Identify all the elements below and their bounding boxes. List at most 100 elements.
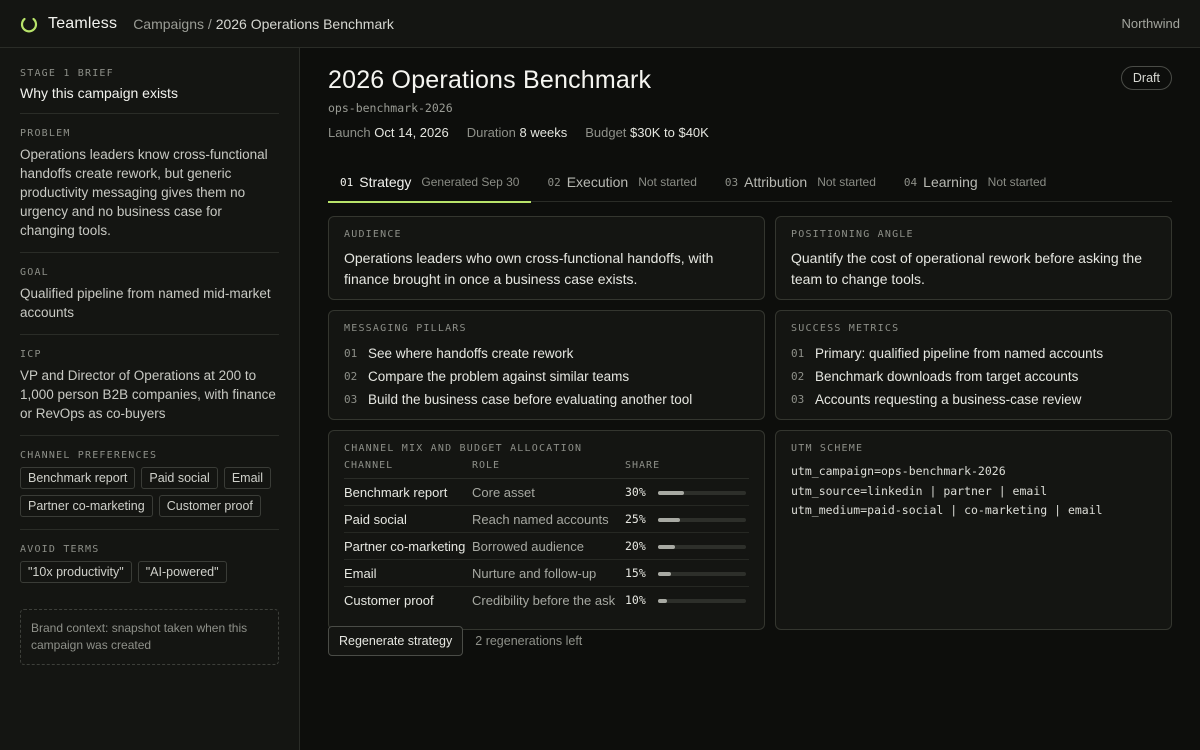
utm-line: utm_medium=paid-social | co-marketing | … <box>791 503 1103 517</box>
share-cell: 25% <box>625 505 749 533</box>
share-value: 10% <box>625 593 646 608</box>
launch-meta: Launch Oct 14, 2026 <box>328 125 449 140</box>
page-title: 2026 Operations Benchmark <box>328 66 652 94</box>
budget-value: $30K to $40K <box>630 125 709 140</box>
item-text: Accounts requesting a business-case revi… <box>815 392 1082 407</box>
channel-cell: Partner co-marketing <box>344 532 472 560</box>
brief-sidebar: STAGE 1 BRIEF Why this campaign exists P… <box>0 48 300 750</box>
tab-learning[interactable]: 04 Learning Not started <box>892 162 1058 202</box>
success-metrics-card: SUCCESS METRICS 01 Primary: qualified pip… <box>775 310 1172 420</box>
tab-label: Learning <box>923 174 978 190</box>
share-bar <box>657 571 746 576</box>
icp-section: ICP VP and Director of Operations at 200… <box>20 349 279 436</box>
item-number: 03 <box>791 393 805 406</box>
list-item: 02 Compare the problem against similar te… <box>344 365 749 388</box>
utm-line: utm_source=linkedin | partner | email <box>791 483 1048 498</box>
tab-number: 02 <box>547 175 561 189</box>
tab-number: 01 <box>340 175 354 189</box>
regenerations-left: 2 regenerations left <box>475 634 583 648</box>
main-content: 2026 Operations Benchmark Draft ops-benc… <box>328 48 1172 656</box>
share-cell: 30% <box>625 478 749 506</box>
share-bar <box>657 517 746 522</box>
share-bar <box>657 544 746 549</box>
column-header-role: ROLE <box>472 460 625 479</box>
channel-cell: Email <box>344 559 472 587</box>
brief-label: STAGE 1 BRIEF <box>20 68 114 79</box>
share-bar <box>657 490 746 495</box>
column-header-channel: CHANNEL <box>344 460 472 479</box>
role-cell: Reach named accounts <box>472 505 625 533</box>
tab-execution[interactable]: 02 Execution Not started <box>535 162 708 202</box>
stage-tabs: 01 Strategy Generated Sep 30 02 Executio… <box>328 162 1172 203</box>
list-item: 01 See where handoffs create rework <box>344 342 749 365</box>
role-cell: Credibility before the ask <box>472 592 616 608</box>
table-row: Partner co-marketing Borrowed audience 2… <box>344 532 749 560</box>
table-row: Customer proof Credibility before the as… <box>344 587 749 614</box>
tab-number: 04 <box>903 175 918 189</box>
channel-chip: Benchmark report <box>20 467 136 489</box>
channel-mix-table: CHANNEL ROLE SHARE Benchmark report Core… <box>344 460 749 614</box>
messaging-pillars-card: MESSAGING PILLARS 01 See where handoffs c… <box>328 310 765 420</box>
channel-mix-card: CHANNEL MIX AND BUDGET ALLOCATION CHANNE… <box>328 430 765 630</box>
share-value: 20% <box>625 539 646 553</box>
workspace-name[interactable]: Northwind <box>1121 16 1180 31</box>
pillars-list: 01 See where handoffs create rework 02 Com… <box>344 342 749 411</box>
brand-name[interactable]: Teamless <box>48 15 117 33</box>
item-number: 03 <box>344 393 358 406</box>
breadcrumb-separator: / <box>204 15 216 32</box>
column-header-share: SHARE <box>625 460 749 479</box>
share-bar-fill <box>657 544 676 549</box>
problem-label: PROBLEM <box>20 128 71 139</box>
list-item: 02 Benchmark downloads from target accoun… <box>791 365 1156 388</box>
list-item: 03 Build the business case before evaluat… <box>344 388 749 411</box>
campaign-slug: ops-benchmark-2026 <box>328 101 453 115</box>
tab-attribution[interactable]: 03 Attribution Not started <box>713 162 888 202</box>
audience-label: AUDIENCE <box>344 229 402 240</box>
avoid-chips: "10x productivity" "AI-powered" <box>20 561 279 583</box>
share-bar-fill <box>657 571 671 576</box>
share-cell: 20% <box>625 532 749 560</box>
breadcrumb-campaigns[interactable]: Campaigns <box>133 16 204 32</box>
launch-label: Launch <box>328 125 371 140</box>
share-value: 15% <box>625 566 646 580</box>
audience-card: AUDIENCE Operations leaders who own cros… <box>328 216 765 300</box>
avoid-chip: "10x productivity" <box>20 561 132 583</box>
item-number: 02 <box>344 370 358 383</box>
item-number: 01 <box>791 347 805 360</box>
role-cell: Borrowed audience <box>472 532 625 560</box>
brief-title: Why this campaign exists <box>20 85 178 101</box>
avoid-terms-section: AVOID TERMS "10x productivity" "AI-power… <box>20 544 279 595</box>
brief-header: STAGE 1 BRIEF Why this campaign exists <box>20 68 279 114</box>
share-bar <box>657 598 746 603</box>
tab-label: Execution <box>566 174 629 190</box>
channel-cell: Customer proof <box>344 592 434 608</box>
share-cell: 15% <box>625 559 749 587</box>
tab-strategy[interactable]: 01 Strategy Generated Sep 30 <box>328 162 532 203</box>
table-row: Email Nurture and follow-up 15% <box>344 559 749 587</box>
tab-label: Attribution <box>744 174 808 190</box>
metrics-list: 01 Primary: qualified pipeline from named… <box>791 342 1156 411</box>
breadcrumb: Campaigns / 2026 Operations Benchmark <box>133 16 394 32</box>
item-text: Primary: qualified pipeline from named a… <box>815 346 1104 361</box>
icp-label: ICP <box>20 349 42 360</box>
item-text: Build the business case before evaluatin… <box>368 392 693 407</box>
table-row: Paid social Reach named accounts 25% <box>344 505 749 533</box>
role-cell: Nurture and follow-up <box>472 559 625 587</box>
problem-section: PROBLEM Operations leaders know cross-fu… <box>20 128 279 253</box>
avoid-chip: "AI-powered" <box>137 561 227 583</box>
share-bar-fill <box>657 598 667 603</box>
duration-value: 8 weeks <box>519 125 568 140</box>
regenerate-strategy-button[interactable]: Regenerate strategy <box>328 626 464 656</box>
avoid-terms-label: AVOID TERMS <box>20 544 100 555</box>
channel-chip: Paid social <box>141 467 218 489</box>
share-value: 30% <box>625 485 646 499</box>
item-number: 01 <box>344 347 358 360</box>
item-text: Compare the problem against similar team… <box>368 369 630 384</box>
tab-status: Generated Sep 30 <box>421 175 520 189</box>
metrics-label: SUCCESS METRICS <box>791 323 900 334</box>
problem-text: Operations leaders know cross-functional… <box>20 147 268 238</box>
utm-label: UTM SCHEME <box>791 443 864 454</box>
goal-section: GOAL Qualified pipeline from named mid-m… <box>20 267 279 335</box>
tab-status: Not started <box>817 175 876 189</box>
channel-chip: Partner co-marketing <box>20 495 153 517</box>
